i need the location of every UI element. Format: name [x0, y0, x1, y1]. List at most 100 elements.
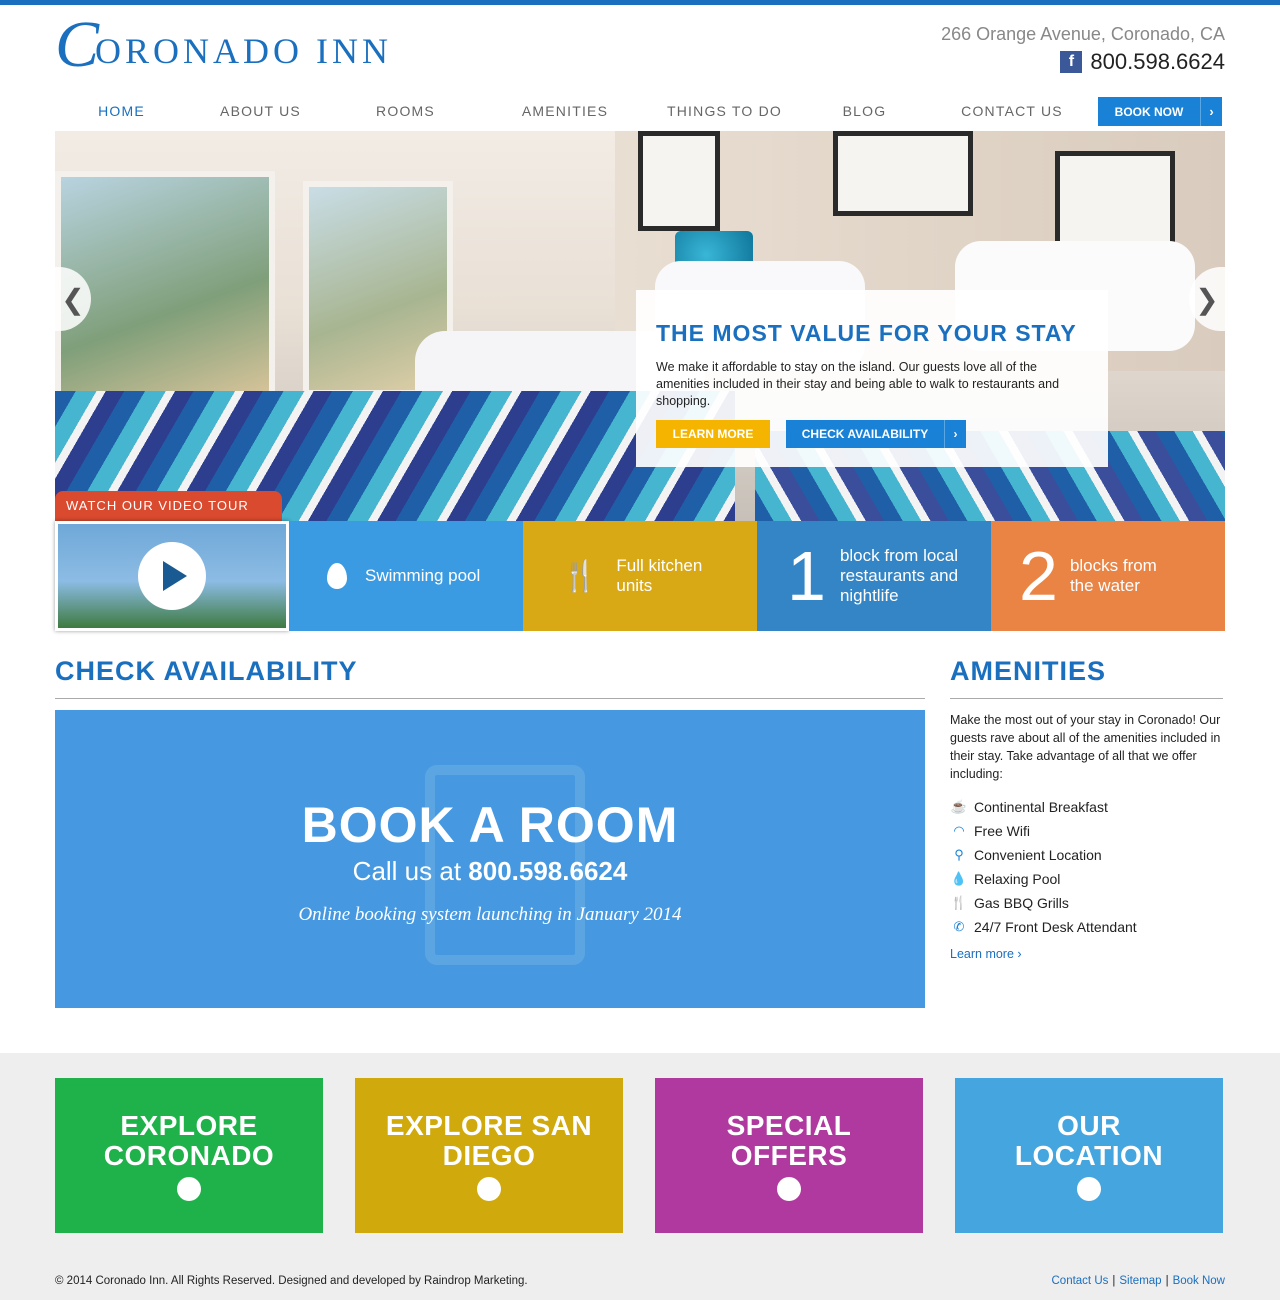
- promo-arrow: ›: [186, 1180, 192, 1197]
- facebook-icon[interactable]: f: [1060, 51, 1083, 73]
- amenities-list: ☕ Continental Breakfast ◠ Free Wifi ⚲ Conve…: [950, 795, 1222, 939]
- promo-arrow: ›: [1086, 1180, 1092, 1197]
- check-availability-button[interactable]: CHECK AVAILABILITY ›: [786, 420, 966, 448]
- footer-copyright: © 2014 Coronado Inn. All Rights Reserved…: [55, 1275, 528, 1287]
- book-now-label: BOOK NOW: [1114, 104, 1184, 119]
- list-item: 🍴 Gas BBQ Grills: [950, 891, 1222, 915]
- logo-initial: C: [55, 8, 100, 81]
- hero-caption-card: THE MOST VALUE FOR YOUR STAY We make it …: [636, 290, 1108, 467]
- nav-about-us[interactable]: ABOUT US: [188, 103, 333, 119]
- call-prefix: Call us at: [352, 856, 469, 886]
- amenity-label: Relaxing Pool: [974, 871, 1061, 887]
- fork-knife-icon: 🍴: [561, 559, 599, 593]
- chevron-circle-right-icon: ›: [1077, 1176, 1101, 1201]
- header-contact: 266 Orange Avenue, Coronado, CA f 800.59…: [941, 24, 1225, 75]
- amenities-heading: AMENITIES: [950, 656, 1107, 686]
- promo-our-location[interactable]: OUR LOCATION ›: [955, 1078, 1223, 1233]
- promo-title: SPECIAL OFFERS: [726, 1109, 852, 1171]
- promo-explore-san-diego[interactable]: EXPLORE SAN DIEGO ›: [355, 1078, 623, 1233]
- hero-buttons: LEARN MORE CHECK AVAILABILITY ›: [656, 420, 1088, 448]
- phone-row: f 800.598.6624: [941, 49, 1225, 75]
- map-pin-icon: ⚲: [954, 847, 964, 862]
- hero-slider: ❮ ❯ THE MOST VALUE FOR YOUR STAY We make…: [55, 131, 1225, 521]
- feature-strip: Swimming pool 🍴 Full kitchen units 1 blo…: [55, 521, 1225, 631]
- nav-things-to-do[interactable]: THINGS TO DO: [652, 103, 797, 119]
- feature-restaurants: 1 block from local restaurants and night…: [757, 521, 991, 631]
- hero-photo-frame: [833, 131, 973, 216]
- nav-rooms[interactable]: ROOMS: [333, 103, 478, 119]
- booking-launch-note: Online booking system launching in Janua…: [298, 904, 682, 925]
- amenities-intro: Make the most out of your stay in Corona…: [950, 713, 1221, 781]
- chevron-circle-right-icon: ›: [477, 1176, 501, 1201]
- video-tour-tab[interactable]: WATCH OUR VIDEO TOUR: [55, 491, 282, 521]
- feature-number: 2: [1019, 537, 1058, 615]
- promo-title: OUR LOCATION: [1014, 1109, 1164, 1171]
- learn-more-button[interactable]: LEARN MORE: [656, 420, 770, 448]
- coffee-cup-icon: ☕: [950, 799, 968, 814]
- promo-arrow: ›: [786, 1180, 792, 1197]
- feature-kitchen: 🍴 Full kitchen units: [523, 521, 757, 631]
- list-item: ⚲ Convenient Location: [950, 843, 1222, 867]
- list-item: ◠ Free Wifi: [950, 819, 1222, 843]
- amenity-label: Continental Breakfast: [974, 799, 1108, 815]
- footer-separator: |: [1112, 1275, 1116, 1287]
- list-item: ☕ Continental Breakfast: [950, 795, 1222, 819]
- footer-separator: |: [1165, 1275, 1169, 1287]
- feature-text: blocks from the water: [1069, 556, 1157, 595]
- chevron-right-icon: ›: [1200, 97, 1222, 126]
- book-a-room-panel: BOOK A ROOM Call us at 800.598.6624 Onli…: [55, 710, 925, 1008]
- promo-arrow: ›: [486, 1180, 492, 1197]
- chevron-circle-right-icon: ›: [177, 1176, 201, 1201]
- nav-amenities[interactable]: AMENITIES: [478, 103, 652, 119]
- feature-number: 1: [787, 537, 826, 615]
- address: 266 Orange Avenue, Coronado, CA: [941, 24, 1225, 44]
- video-tour-thumbnail[interactable]: [55, 521, 289, 631]
- feature-water: 2 blocks from the water: [991, 521, 1225, 631]
- check-availability-label: CHECK AVAILABILITY: [801, 427, 929, 441]
- amenity-label: Free Wifi: [974, 823, 1030, 839]
- section-divider: [950, 698, 1223, 699]
- footer-link-sitemap[interactable]: Sitemap: [1119, 1275, 1161, 1287]
- promo-explore-coronado[interactable]: EXPLORE CORONADO ›: [55, 1078, 323, 1233]
- amenity-label: 24/7 Front Desk Attendant: [974, 919, 1137, 935]
- amenities-learn-more-link[interactable]: Learn more ›: [950, 947, 1022, 961]
- list-item: 💧 Relaxing Pool: [950, 867, 1222, 891]
- feature-text: Swimming pool: [365, 566, 481, 585]
- main-nav: HOME ABOUT US ROOMS AMENITIES THINGS TO …: [55, 96, 1225, 126]
- promo-title: EXPLORE SAN DIEGO: [385, 1109, 593, 1171]
- promo-title: EXPLORE CORONADO: [103, 1109, 275, 1171]
- book-call-line: Call us at 800.598.6624: [55, 856, 925, 887]
- nav-home[interactable]: HOME: [55, 103, 188, 119]
- phone-icon: ✆: [953, 919, 965, 934]
- hero-title: THE MOST VALUE FOR YOUR STAY: [656, 320, 1077, 346]
- fork-knife-icon: 🍴: [950, 895, 968, 910]
- book-now-button[interactable]: BOOK NOW ›: [1098, 97, 1222, 126]
- header-phone[interactable]: 800.598.6624: [1090, 49, 1225, 75]
- amenity-label: Convenient Location: [974, 847, 1102, 863]
- check-availability-heading: CHECK AVAILABILITY: [55, 656, 358, 686]
- play-icon[interactable]: [138, 542, 206, 610]
- feature-text: block from local restaurants and nightli…: [839, 546, 959, 605]
- wifi-icon: ◠: [953, 823, 965, 838]
- water-drop-icon: [327, 563, 347, 589]
- logo-text: ORONADO INN: [95, 31, 393, 71]
- footer-links: Contact Us | Sitemap | Book Now: [1052, 1275, 1226, 1287]
- footer-link-contact[interactable]: Contact Us: [1052, 1275, 1109, 1287]
- site-logo[interactable]: C ORONADO INN: [55, 8, 393, 81]
- list-item: ✆ 24/7 Front Desk Attendant: [950, 915, 1222, 939]
- book-a-room-title: BOOK A ROOM: [301, 797, 679, 853]
- feature-swimming-pool: Swimming pool: [289, 521, 523, 631]
- nav-blog[interactable]: BLOG: [797, 103, 932, 119]
- footer-link-book-now[interactable]: Book Now: [1173, 1275, 1225, 1287]
- promo-special-offers[interactable]: SPECIAL OFFERS ›: [655, 1078, 923, 1233]
- book-phone[interactable]: 800.598.6624: [468, 856, 627, 886]
- water-drop-icon: 💧: [950, 871, 968, 886]
- feature-text: Full kitchen units: [616, 556, 703, 595]
- amenity-label: Gas BBQ Grills: [974, 895, 1069, 911]
- section-divider: [55, 698, 925, 699]
- top-accent-bar: [0, 0, 1280, 5]
- chevron-circle-right-icon: ›: [777, 1176, 801, 1201]
- nav-contact-us[interactable]: CONTACT US: [932, 103, 1092, 119]
- hero-body: We make it affordable to stay on the isl…: [656, 360, 1060, 408]
- hero-photo-frame: [638, 131, 720, 231]
